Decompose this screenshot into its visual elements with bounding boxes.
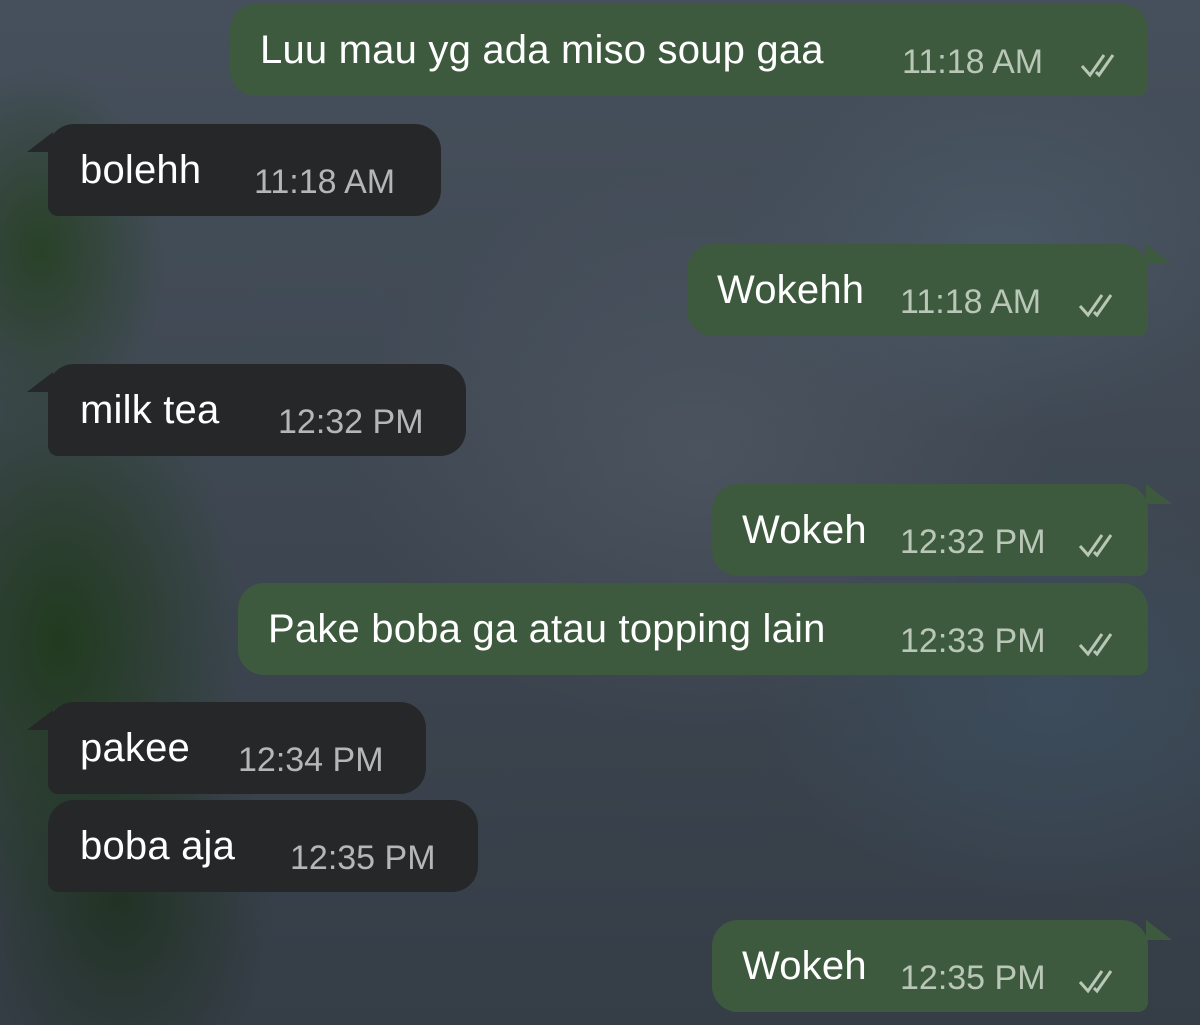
bubble-tail: [1146, 920, 1172, 940]
message-bubble-incoming[interactable]: boba aja 12:35 PM: [48, 800, 478, 892]
bubble-tail: [1146, 244, 1172, 264]
message-bubble-incoming[interactable]: bolehh 11:18 AM: [48, 124, 441, 216]
message-text: boba aja: [80, 824, 236, 868]
message-time: 12:32 PM: [278, 403, 424, 441]
message-time: 12:35 PM: [900, 959, 1046, 997]
message-time: 12:33 PM: [900, 622, 1046, 660]
message-time: 12:35 PM: [290, 839, 436, 877]
double-check-icon: [1078, 633, 1113, 657]
message-bubble-incoming[interactable]: pakee 12:34 PM: [48, 702, 426, 794]
message-time: 11:18 AM: [900, 283, 1042, 321]
message-text: Luu mau yg ada miso soup gaa: [260, 28, 824, 72]
message-bubble-outgoing[interactable]: Wokeh 12:32 PM: [712, 484, 1148, 576]
message-text: Wokeh: [742, 944, 867, 988]
message-text: Wokehh: [717, 268, 865, 312]
double-check-icon: [1078, 294, 1113, 318]
message-time: 12:32 PM: [900, 523, 1046, 561]
message-time: 12:34 PM: [238, 741, 384, 779]
double-check-icon: [1078, 534, 1113, 558]
message-text: milk tea: [80, 388, 220, 432]
message-bubble-outgoing[interactable]: Wokeh 12:35 PM: [712, 920, 1148, 1012]
message-bubble-outgoing[interactable]: Luu mau yg ada miso soup gaa 11:18 AM: [230, 4, 1148, 96]
message-text: Wokeh: [742, 508, 867, 552]
message-time: 11:18 AM: [254, 163, 396, 201]
message-text: bolehh: [80, 148, 202, 192]
double-check-icon: [1078, 970, 1113, 994]
message-time: 11:18 AM: [902, 43, 1044, 81]
bubble-tail: [1146, 484, 1172, 504]
double-check-icon: [1080, 54, 1115, 78]
message-bubble-incoming[interactable]: milk tea 12:32 PM: [48, 364, 466, 456]
message-bubble-outgoing[interactable]: Pake boba ga atau topping lain 12:33 PM: [238, 583, 1148, 675]
message-bubble-outgoing[interactable]: Wokehh 11:18 AM: [687, 244, 1148, 336]
message-text: Pake boba ga atau topping lain: [268, 607, 826, 651]
message-text: pakee: [80, 726, 190, 770]
